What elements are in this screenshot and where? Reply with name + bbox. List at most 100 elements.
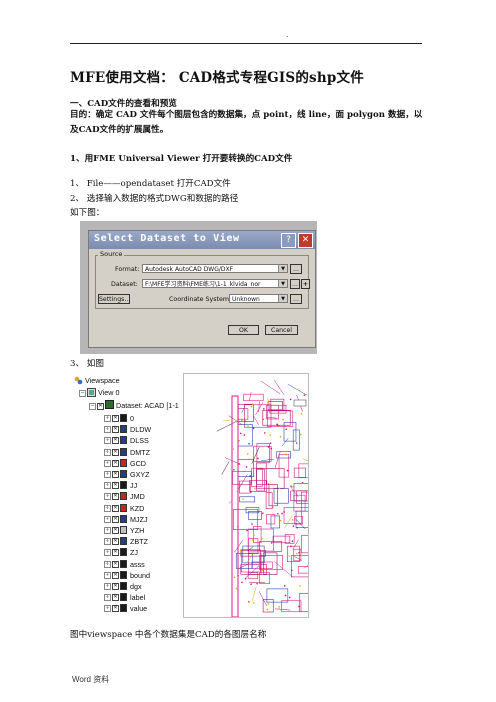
tree-layer-row[interactable]: + ✕ 0 bbox=[72, 413, 182, 423]
coordinate-system-select[interactable]: Unknown ▼ bbox=[229, 294, 288, 303]
tree-layer-row[interactable]: + ✕ ZJ bbox=[72, 547, 182, 557]
tree-layer-row[interactable]: + ✕ GXYZ bbox=[72, 469, 182, 479]
tree-layer-row[interactable]: + ✕ ZBTZ bbox=[72, 536, 182, 546]
checkbox-icon[interactable]: ✕ bbox=[112, 504, 119, 512]
help-icon[interactable]: ? bbox=[281, 233, 296, 248]
coordinate-system-value: Unknown bbox=[232, 296, 260, 303]
coordinate-browse-button[interactable]: ... bbox=[290, 294, 302, 304]
add-dataset-button[interactable]: + bbox=[301, 279, 310, 289]
layer-name: YZH bbox=[130, 526, 145, 535]
layer-name: JJ bbox=[130, 481, 138, 491]
format-browse-button[interactable]: ... bbox=[290, 264, 302, 274]
checkbox-icon[interactable]: ✕ bbox=[112, 538, 119, 546]
layer-icon bbox=[120, 514, 127, 523]
expand-icon[interactable]: + bbox=[104, 482, 111, 490]
expand-icon[interactable]: + bbox=[104, 493, 111, 501]
format-select[interactable]: Autodesk AutoCAD DWG/DXF ▼ bbox=[142, 264, 288, 273]
dialog-title: Select Dataset to View bbox=[94, 233, 240, 244]
header-mark: . bbox=[286, 30, 289, 39]
collapse-icon[interactable]: − bbox=[79, 390, 86, 397]
checkbox-icon[interactable]: ✕ bbox=[112, 415, 119, 422]
checkbox-icon[interactable]: ✕ bbox=[112, 493, 119, 501]
checkbox-icon[interactable]: ✕ bbox=[97, 403, 104, 410]
tree-layer-row[interactable]: + ✕ JJ bbox=[72, 480, 182, 490]
tree-layer-row[interactable]: + ✕ GCD bbox=[72, 458, 182, 468]
format-label: Format: bbox=[115, 266, 140, 273]
checkbox-icon[interactable]: ✕ bbox=[112, 549, 119, 557]
layer-icon bbox=[120, 503, 127, 512]
layer-name: ZBTZ bbox=[130, 537, 148, 547]
expand-icon[interactable]: + bbox=[104, 527, 111, 534]
tree-layer-row[interactable]: + ✕ DMTZ bbox=[72, 447, 182, 457]
checkbox-icon[interactable]: ✕ bbox=[112, 571, 119, 579]
collapse-icon[interactable]: − bbox=[89, 403, 96, 410]
layer-name: DLDW bbox=[130, 425, 152, 435]
view-icon bbox=[87, 388, 96, 397]
dataset-field[interactable]: F:\MFE学习资料\FME练习\1-1_klvida_nor ▼ bbox=[142, 279, 288, 288]
expand-icon[interactable]: + bbox=[104, 583, 111, 590]
section-1-body: 目的：确定 CAD 文件每个图层包含的数据集，点 point，线 line，面 … bbox=[70, 110, 423, 135]
tree-layer-row[interactable]: + ✕ value bbox=[72, 603, 182, 613]
step-2: 2、 选择输入数据的格式DWG和数据的路径 bbox=[70, 194, 239, 204]
tree-layer-row[interactable]: + ✕ DLDW bbox=[72, 424, 182, 434]
layer-icon bbox=[120, 582, 127, 590]
layer-icon bbox=[120, 526, 127, 534]
viewspace-tree: Viewspace − View 0 − ✕ Dataset: ACAD [1-… bbox=[72, 373, 184, 618]
checkbox-icon[interactable]: ✕ bbox=[112, 583, 119, 590]
dataset-browse-button[interactable]: ... bbox=[290, 279, 300, 289]
checkbox-icon[interactable]: ✕ bbox=[112, 459, 119, 467]
tree-view[interactable]: View 0 bbox=[98, 388, 119, 397]
layer-name: 0 bbox=[130, 414, 134, 423]
layer-name: asss bbox=[130, 559, 145, 569]
layer-name: label bbox=[130, 593, 146, 603]
checkbox-icon[interactable]: ✕ bbox=[112, 448, 119, 456]
checkbox-icon[interactable]: ✕ bbox=[112, 527, 119, 534]
expand-icon[interactable]: + bbox=[104, 571, 111, 579]
checkbox-icon[interactable]: ✕ bbox=[112, 437, 119, 445]
checkbox-icon[interactable]: ✕ bbox=[112, 594, 119, 602]
expand-icon[interactable]: + bbox=[104, 515, 111, 523]
cad-map-drawing bbox=[216, 379, 327, 618]
layer-icon bbox=[120, 492, 127, 501]
expand-icon[interactable]: + bbox=[104, 426, 111, 434]
checkbox-icon[interactable]: ✕ bbox=[112, 426, 119, 434]
checkbox-icon[interactable]: ✕ bbox=[112, 560, 119, 568]
expand-icon[interactable]: + bbox=[104, 437, 111, 445]
expand-icon[interactable]: + bbox=[104, 459, 111, 467]
tree-layer-row[interactable]: + ✕ label bbox=[72, 592, 182, 602]
expand-icon[interactable]: + bbox=[104, 549, 111, 557]
tree-layer-row[interactable]: + ✕ DLSS bbox=[72, 435, 182, 445]
expand-icon[interactable]: + bbox=[104, 415, 111, 422]
tree-layer-row[interactable]: + ✕ asss bbox=[72, 559, 182, 569]
expand-icon[interactable]: + bbox=[104, 471, 111, 478]
checkbox-icon[interactable]: ✕ bbox=[112, 605, 119, 613]
tree-layer-row[interactable]: + ✕ dgx bbox=[72, 581, 182, 591]
tree-layer-row[interactable]: + ✕ KZD bbox=[72, 503, 182, 513]
settings-button[interactable]: Settings... bbox=[98, 294, 130, 304]
ok-button[interactable]: OK bbox=[228, 325, 259, 335]
tree-layer-row[interactable]: + ✕ JMD bbox=[72, 491, 182, 501]
close-icon[interactable]: ✕ bbox=[298, 233, 313, 248]
expand-icon[interactable]: + bbox=[104, 504, 111, 512]
tree-layer-row[interactable]: + ✕ bound bbox=[72, 570, 182, 580]
expand-icon[interactable]: + bbox=[104, 538, 111, 546]
chevron-down-icon: ▼ bbox=[278, 265, 287, 272]
cancel-button[interactable]: Cancel bbox=[265, 325, 298, 335]
layer-icon bbox=[120, 425, 127, 434]
chevron-down-icon: ▼ bbox=[278, 280, 287, 287]
tree-layer-row[interactable]: + ✕ MJZJ bbox=[72, 514, 182, 524]
checkbox-icon[interactable]: ✕ bbox=[112, 482, 119, 490]
expand-icon[interactable]: + bbox=[104, 594, 111, 602]
checkbox-icon[interactable]: ✕ bbox=[112, 515, 119, 523]
checkbox-icon[interactable]: ✕ bbox=[112, 471, 119, 478]
tree-layer-row[interactable]: + ✕ YZH bbox=[72, 525, 182, 535]
dataset-label: Dataset: bbox=[111, 281, 138, 288]
viewspace-icon bbox=[74, 376, 83, 385]
tree-root[interactable]: Viewspace bbox=[85, 376, 120, 385]
expand-icon[interactable]: + bbox=[104, 448, 111, 456]
layer-name: MJZJ bbox=[130, 514, 148, 524]
tree-dataset[interactable]: Dataset: ACAD [1-1 bbox=[116, 401, 179, 410]
map-preview bbox=[183, 373, 327, 618]
expand-icon[interactable]: + bbox=[104, 560, 111, 568]
expand-icon[interactable]: + bbox=[104, 605, 111, 613]
